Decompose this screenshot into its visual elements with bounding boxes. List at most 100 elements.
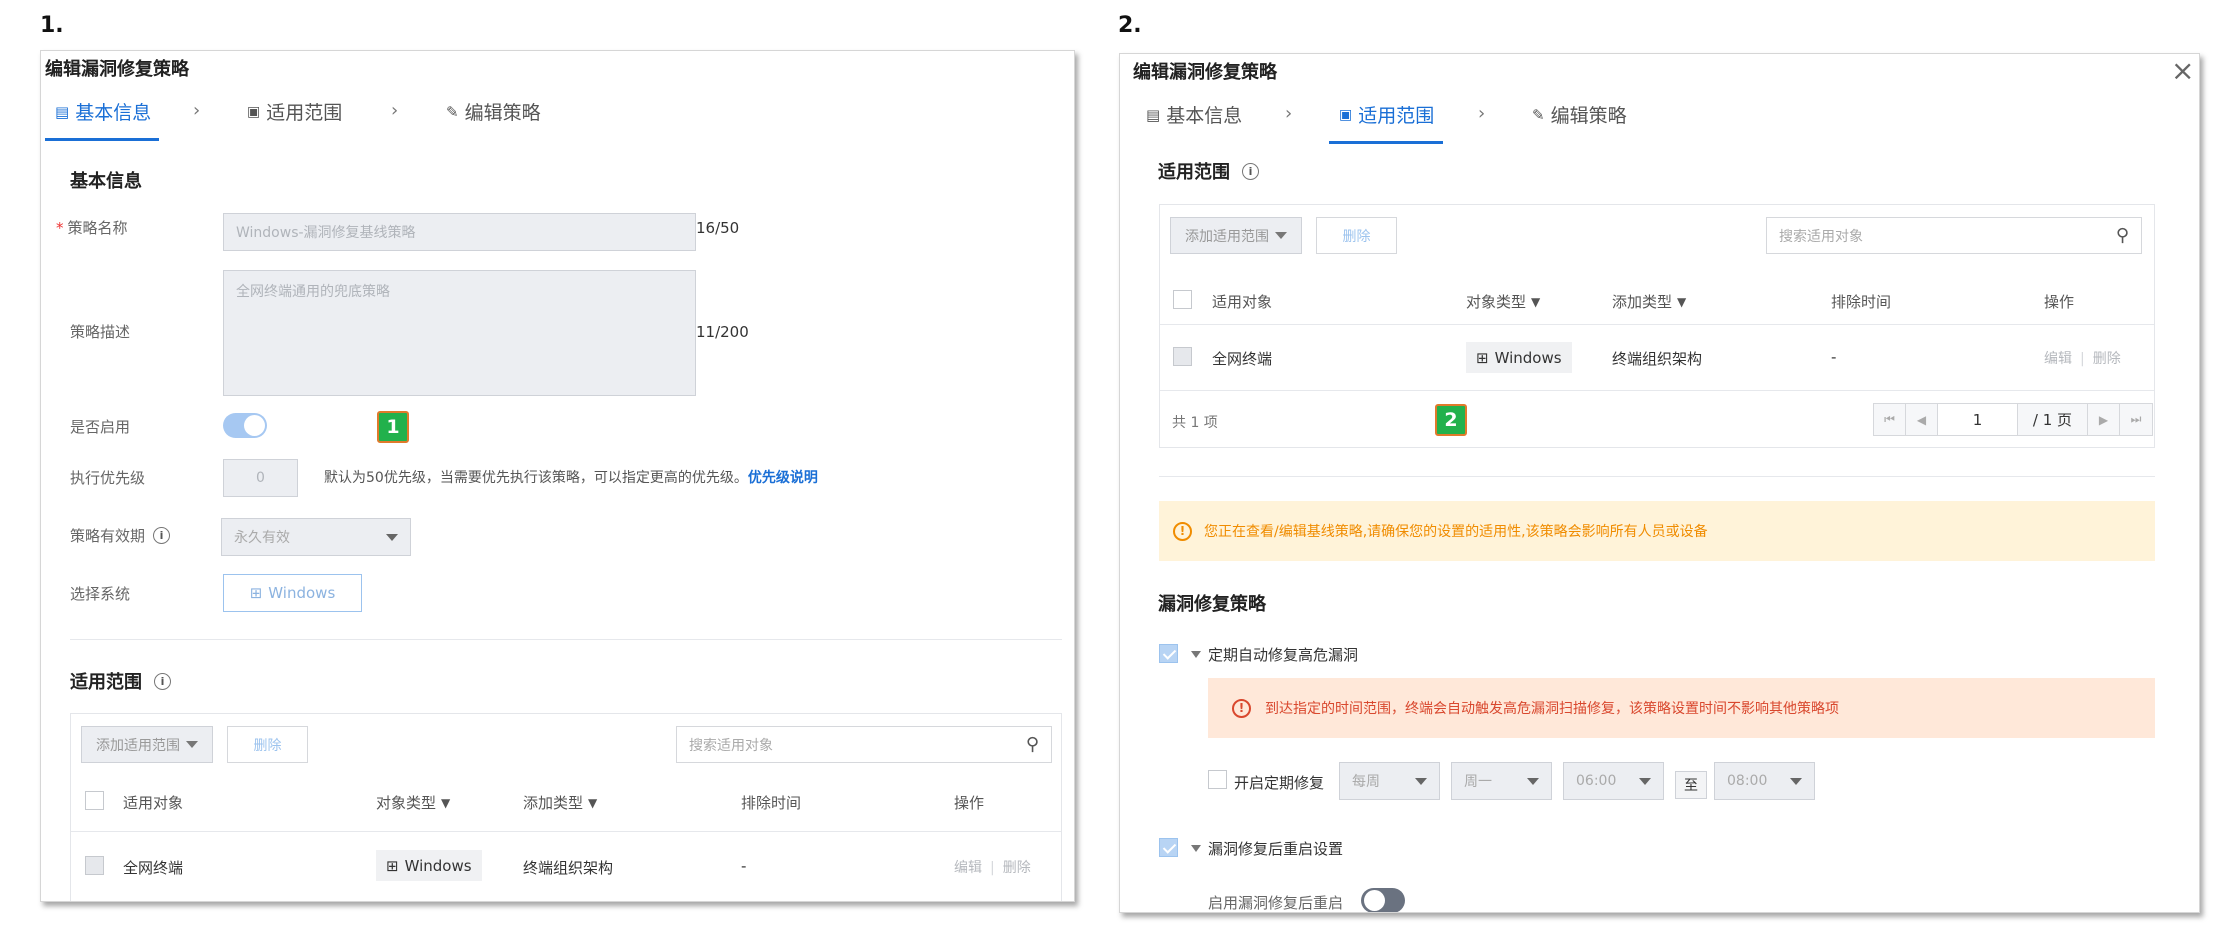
baseline-warning: ! 您正在查看/编辑基线策略,请确保您的设置的适用性,该策略会影响所有人员或设备: [1159, 501, 2155, 561]
search-icon: ⚲: [2115, 225, 2129, 246]
select-all-checkbox[interactable]: [85, 791, 104, 810]
step-badge-2: 2: [1435, 404, 1467, 436]
caret-down-icon: [1415, 777, 1427, 785]
search-icon: ⚲: [1025, 734, 1039, 755]
policy-name-input[interactable]: Windows-漏洞修复基线策略: [223, 213, 696, 251]
info-icon: i: [1242, 162, 1259, 180]
day-select[interactable]: 周一: [1451, 762, 1552, 800]
auto-repair-checkbox[interactable]: [1159, 644, 1178, 663]
windows-icon: ⊞: [1476, 348, 1489, 367]
tab-label: 基本信息: [75, 102, 152, 124]
header-object-type[interactable]: 对象类型 ▼: [376, 792, 450, 813]
windows-type-tag: ⊞ Windows: [376, 850, 482, 881]
restart-label: 漏洞修复后重启设置: [1208, 840, 1344, 858]
delete-link[interactable]: 删除: [1003, 860, 1031, 876]
schedule-label: 开启定期修复: [1234, 774, 1325, 792]
to-label: 至: [1675, 771, 1707, 799]
priority-label: 执行优先级: [70, 469, 146, 487]
row-divider: [1160, 390, 2154, 391]
start-time-select[interactable]: 06:00: [1563, 762, 1664, 800]
edit-policy-panel-scope: 编辑漏洞修复策略 × ▤ 基本信息 › ▣ 适用范围 › ✎ 编辑策略 适用范围…: [1119, 53, 2200, 913]
end-time-select[interactable]: 08:00: [1714, 762, 1815, 800]
active-tab-underline: [45, 138, 159, 141]
tab-label: 适用范围: [266, 102, 343, 124]
row-actions: 编辑 | 删除: [954, 860, 1031, 876]
tab-basic-info[interactable]: ▤ 基本信息: [1146, 101, 1242, 128]
scope-search-input[interactable]: 搜索适用对象 ⚲: [676, 726, 1052, 763]
delete-link[interactable]: 删除: [2093, 351, 2121, 367]
delete-scope-button[interactable]: 删除: [227, 726, 308, 763]
select-all-checkbox[interactable]: [1173, 290, 1192, 309]
schedule-checkbox[interactable]: [1208, 770, 1227, 789]
prev-page-icon[interactable]: ◀: [1906, 404, 1938, 435]
tab-scope[interactable]: ▣ 适用范围: [1339, 101, 1434, 128]
priority-help-link[interactable]: 优先级说明: [748, 470, 818, 486]
priority-note: 默认为50优先级，当需要优先执行该策略，可以指定更高的优先级。优先级说明: [324, 470, 818, 486]
chart-icon: ▣: [1339, 106, 1353, 123]
panel-title: 编辑漏洞修复策略: [45, 59, 189, 80]
tab-label: 编辑策略: [464, 102, 541, 124]
tab-edit-policy[interactable]: ✎ 编辑策略: [446, 98, 541, 125]
restart-checkbox[interactable]: [1159, 838, 1178, 857]
desc-char-count: 11/200: [696, 323, 749, 341]
form-icon: ▤: [55, 102, 70, 121]
form-icon: ▤: [1146, 105, 1161, 124]
filter-icon: ▼: [1677, 294, 1687, 309]
chevron-right-icon: ›: [1478, 103, 1486, 124]
first-page-icon[interactable]: ⏮: [1874, 404, 1906, 435]
section-divider: [70, 639, 1062, 640]
close-icon[interactable]: ×: [2171, 54, 2194, 87]
pencil-icon: ✎: [446, 102, 459, 121]
header-object: 适用对象: [123, 794, 184, 812]
row-exclude-time: -: [1831, 348, 1837, 366]
windows-system-button[interactable]: ⊞ Windows: [223, 574, 362, 612]
windows-icon: ⊞: [249, 584, 263, 602]
row-checkbox[interactable]: [1173, 347, 1192, 366]
header-object-type[interactable]: 对象类型 ▼: [1466, 291, 1540, 312]
edit-policy-panel-basic: 编辑漏洞修复策略 ▤ 基本信息 › ▣ 适用范围 › ✎ 编辑策略 基本信息 *…: [40, 50, 1075, 902]
section-divider: [1159, 476, 2155, 477]
row-add-type: 终端组织架构: [523, 859, 614, 877]
header-add-type[interactable]: 添加类型 ▼: [1612, 291, 1686, 312]
frequency-select[interactable]: 每周: [1339, 762, 1440, 800]
caret-down-icon: [1527, 777, 1539, 785]
header-exclude-time: 排除时间: [741, 794, 802, 812]
chevron-right-icon: ›: [193, 100, 201, 121]
edit-link[interactable]: 编辑: [954, 860, 982, 876]
active-tab-underline: [1329, 141, 1443, 144]
header-operations: 操作: [2044, 293, 2075, 311]
add-scope-button[interactable]: 添加适用范围: [81, 726, 213, 763]
chart-icon: ▣: [247, 103, 261, 120]
edit-link[interactable]: 编辑: [2044, 351, 2072, 367]
restart-toggle[interactable]: [1361, 888, 1405, 912]
last-page-icon[interactable]: ⏭: [2120, 404, 2152, 435]
row-checkbox[interactable]: [85, 856, 104, 875]
enable-label: 是否启用: [70, 418, 131, 436]
validity-select[interactable]: 永久有效: [221, 518, 411, 556]
header-operations: 操作: [954, 794, 985, 812]
add-scope-button[interactable]: 添加适用范围: [1170, 217, 1302, 254]
policy-desc-textarea[interactable]: 全网终端通用的兜底策略: [223, 270, 696, 396]
step-number-2: 2.: [1118, 13, 1142, 38]
repair-policy-heading: 漏洞修复策略: [1158, 594, 1266, 615]
tab-basic-info[interactable]: ▤ 基本信息: [55, 98, 151, 125]
priority-input[interactable]: 0: [223, 459, 298, 497]
caret-down-icon[interactable]: [1191, 845, 1201, 852]
scope-search-input[interactable]: 搜索适用对象 ⚲: [1766, 217, 2142, 254]
header-add-type[interactable]: 添加类型 ▼: [523, 792, 597, 813]
chevron-right-icon: ›: [391, 100, 399, 121]
caret-down-icon[interactable]: [1191, 651, 1201, 658]
policy-desc-label: 策略描述: [70, 323, 131, 341]
enable-toggle[interactable]: [223, 413, 267, 438]
page-number-input[interactable]: 1: [1938, 404, 2018, 435]
warning-icon: !: [1173, 521, 1192, 541]
tab-edit-policy[interactable]: ✎ 编辑策略: [1532, 101, 1627, 128]
delete-scope-button[interactable]: 删除: [1316, 217, 1397, 254]
filter-icon: ▼: [588, 795, 598, 810]
next-page-icon[interactable]: ▶: [2088, 404, 2120, 435]
tab-scope[interactable]: ▣ 适用范围: [247, 98, 342, 125]
tab-label: 编辑策略: [1550, 105, 1627, 127]
panel-title: 编辑漏洞修复策略: [1133, 62, 1277, 83]
policy-name-label: * 策略名称: [56, 219, 128, 237]
row-actions: 编辑 | 删除: [2044, 351, 2121, 367]
